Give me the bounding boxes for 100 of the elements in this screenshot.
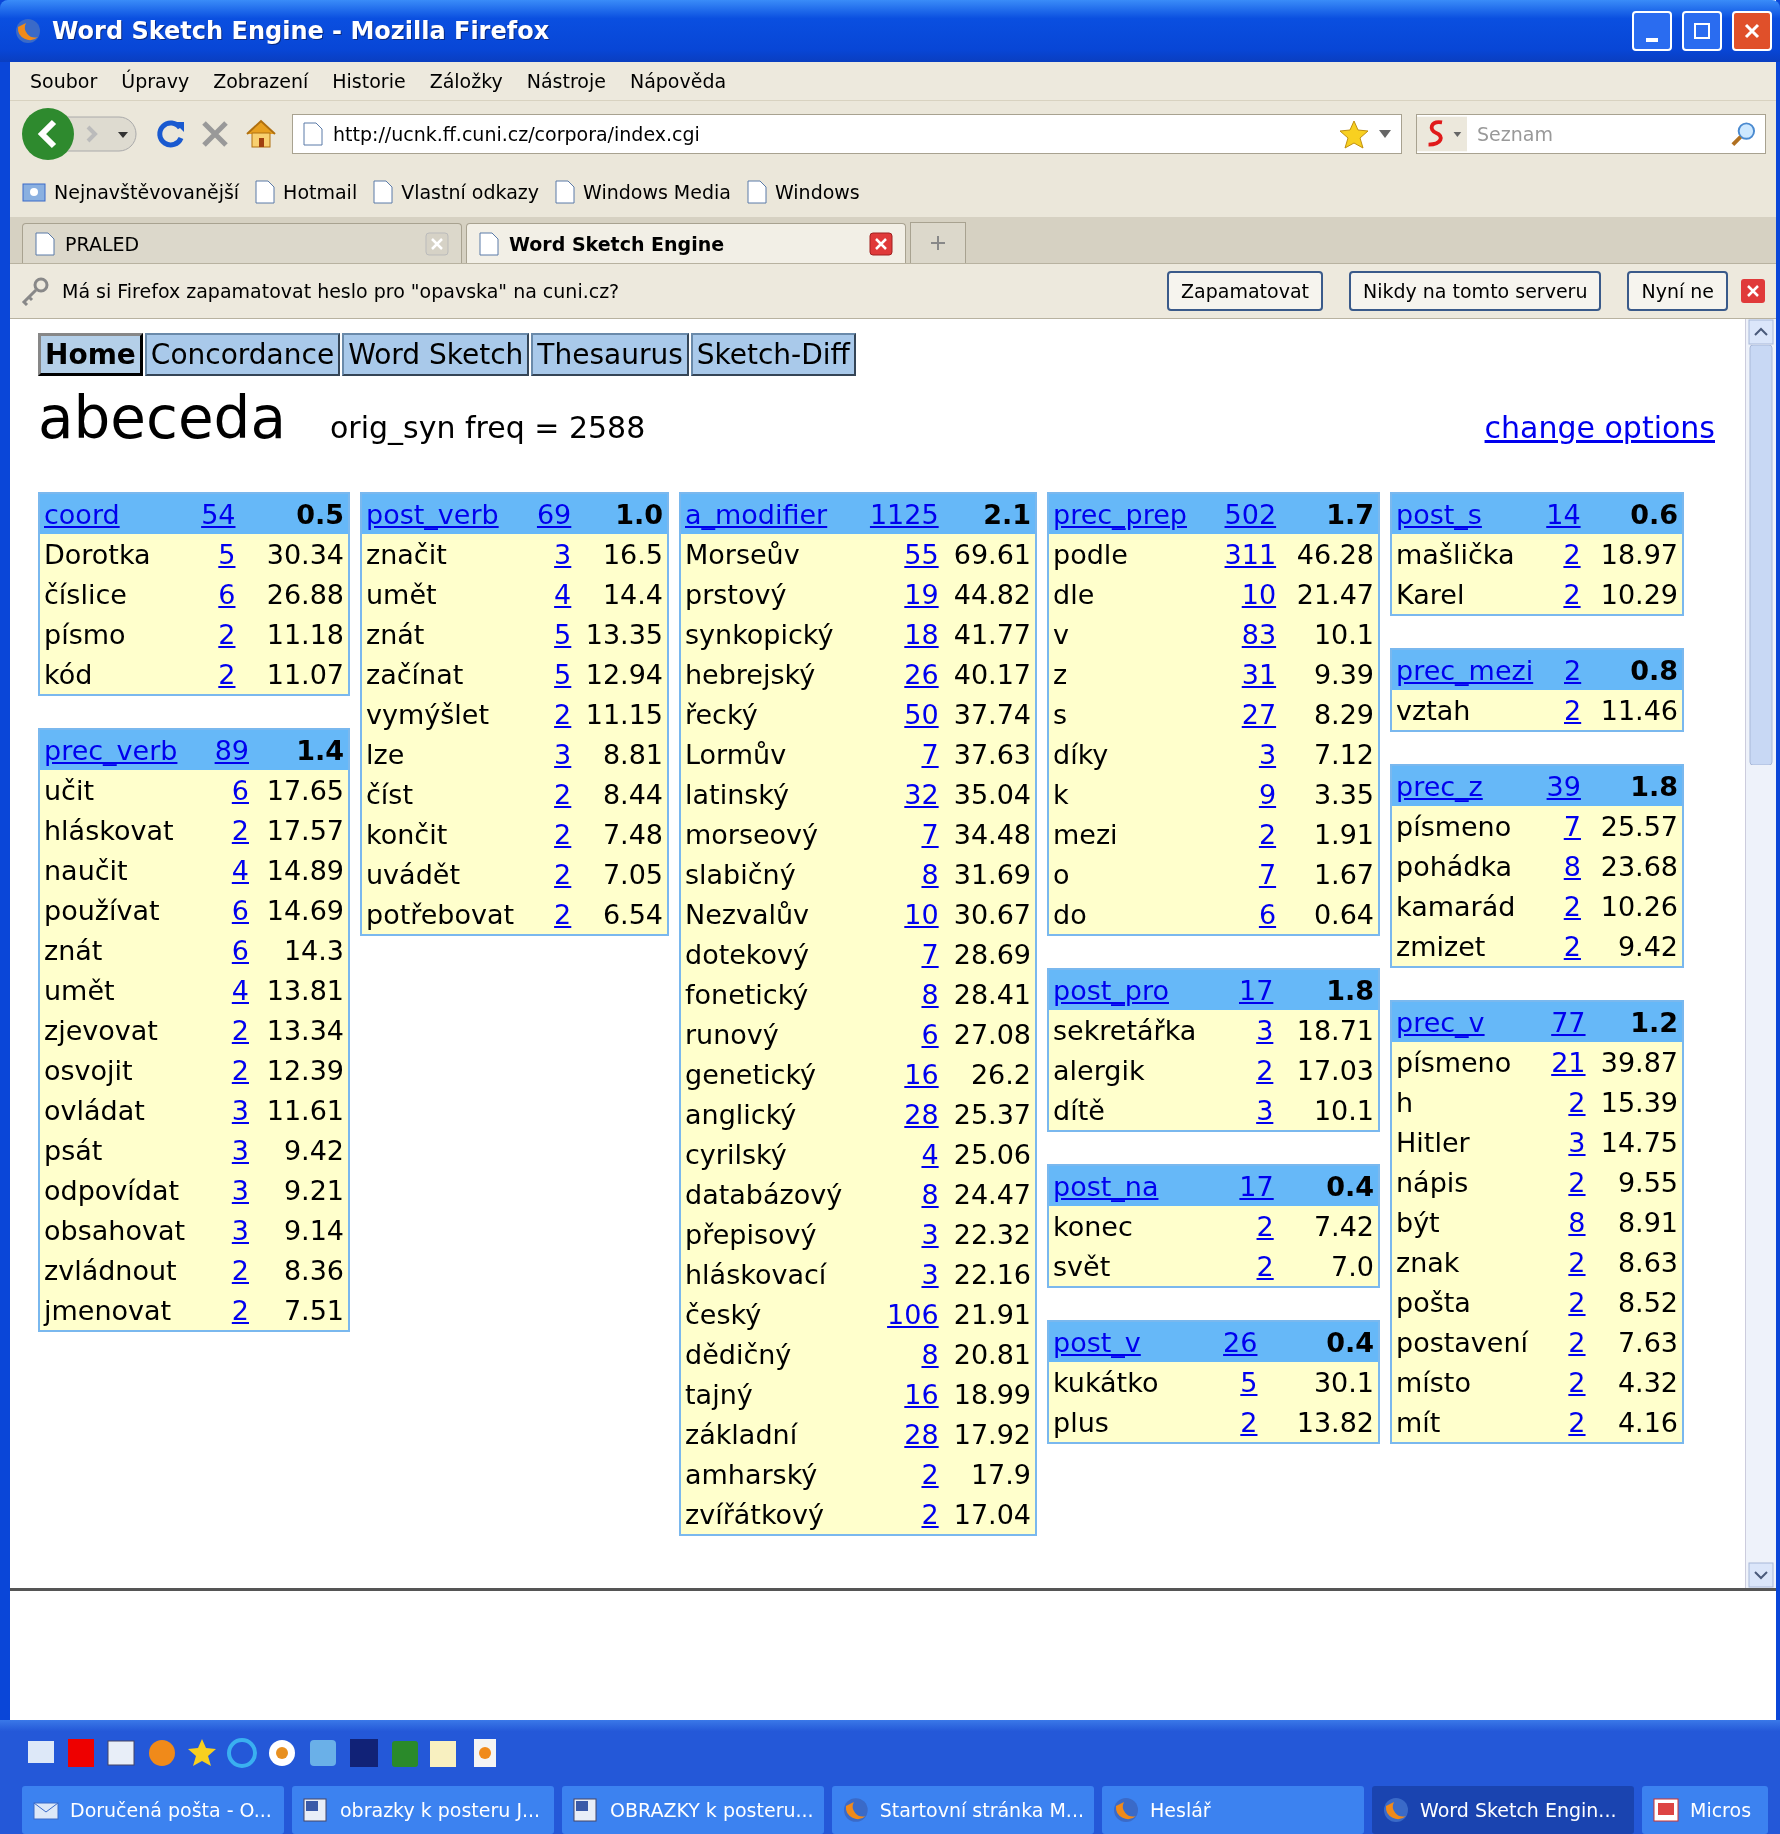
count-link[interactable]: 26 bbox=[904, 658, 939, 690]
count-link[interactable]: 5 bbox=[554, 658, 572, 690]
count-link[interactable]: 19 bbox=[904, 578, 939, 610]
notification-button[interactable]: Nyní ne bbox=[1627, 271, 1728, 311]
count-link[interactable]: 16 bbox=[904, 1378, 939, 1410]
count-link[interactable]: 2 bbox=[1568, 1246, 1586, 1278]
count-link[interactable]: 18 bbox=[904, 618, 939, 650]
nav-tab[interactable]: Word Sketch bbox=[342, 333, 530, 376]
scroll-up-icon[interactable] bbox=[1748, 319, 1774, 345]
browser-tab[interactable]: Word Sketch Engine bbox=[466, 223, 906, 263]
count-link[interactable]: 4 bbox=[231, 974, 249, 1006]
nav-tab[interactable]: Home bbox=[38, 333, 143, 376]
count-link[interactable]: 6 bbox=[218, 578, 236, 610]
count-link[interactable]: 3 bbox=[1568, 1126, 1586, 1158]
change-options-link[interactable]: change options bbox=[1484, 410, 1715, 445]
count-link[interactable]: 2 bbox=[1563, 890, 1581, 922]
count-link[interactable]: 27 bbox=[1241, 698, 1277, 730]
maximize-button[interactable] bbox=[1682, 11, 1722, 51]
count-link[interactable]: 10 bbox=[1241, 578, 1277, 610]
count-link[interactable]: 8 bbox=[921, 858, 939, 890]
taskbar-button[interactable]: Startovní stránka M... bbox=[832, 1786, 1094, 1834]
taskbar-button[interactable]: Micros bbox=[1642, 1786, 1768, 1834]
count-link[interactable]: 3 bbox=[231, 1174, 249, 1206]
count-link[interactable]: 8 bbox=[1568, 1206, 1586, 1238]
count-link[interactable]: 9 bbox=[1258, 778, 1277, 810]
count-link[interactable]: 2 bbox=[1258, 818, 1277, 850]
count-link[interactable]: 2 bbox=[1564, 694, 1582, 726]
count-link[interactable]: 3 bbox=[231, 1134, 249, 1166]
count-link[interactable]: 2 bbox=[1256, 1250, 1274, 1282]
count-link[interactable]: 3 bbox=[921, 1218, 939, 1250]
close-icon[interactable] bbox=[869, 231, 893, 256]
count-link[interactable]: 50 bbox=[904, 698, 939, 730]
count-link[interactable]: 2 bbox=[1568, 1406, 1586, 1438]
menu-item[interactable]: Historie bbox=[320, 70, 418, 92]
count-link[interactable]: 2 bbox=[231, 1254, 249, 1286]
count-link[interactable]: 7 bbox=[921, 938, 939, 970]
count-link[interactable]: 2 bbox=[1563, 538, 1581, 570]
stop-icon[interactable] bbox=[200, 119, 230, 149]
notification-button[interactable]: Zapamatovat bbox=[1167, 271, 1323, 311]
count-link[interactable]: 6 bbox=[231, 934, 249, 966]
home-icon[interactable] bbox=[244, 118, 278, 150]
count-link[interactable]: 2 bbox=[1568, 1166, 1586, 1198]
count-link[interactable]: 8 bbox=[921, 1338, 939, 1370]
count-link[interactable]: 106 bbox=[887, 1298, 939, 1330]
search-engine-icon[interactable] bbox=[1417, 116, 1468, 152]
count-link[interactable]: 3 bbox=[1258, 738, 1277, 770]
count-link[interactable]: 2 bbox=[554, 898, 572, 930]
count-link[interactable]: 4 bbox=[231, 854, 249, 886]
bookmark[interactable]: Windows bbox=[746, 180, 860, 204]
count-link[interactable]: 32 bbox=[904, 778, 939, 810]
scroll-thumb[interactable] bbox=[1748, 345, 1774, 765]
count-link[interactable]: 28 bbox=[904, 1418, 939, 1450]
count-link[interactable]: 8 bbox=[1563, 850, 1581, 882]
count-link[interactable]: 2 bbox=[1568, 1086, 1586, 1118]
taskbar-button[interactable]: OBRAZKY k posteru... bbox=[562, 1786, 824, 1834]
reload-icon[interactable] bbox=[154, 118, 186, 150]
menu-item[interactable]: Záložky bbox=[417, 70, 515, 92]
bookmark[interactable]: Vlastní odkazy bbox=[373, 180, 539, 204]
dropdown-icon[interactable] bbox=[1379, 130, 1391, 138]
back-forward-icon[interactable] bbox=[20, 107, 140, 161]
count-link[interactable]: 2 bbox=[218, 658, 236, 690]
count-link[interactable]: 2 bbox=[1563, 930, 1581, 962]
nav-tab[interactable]: Concordance bbox=[144, 333, 341, 376]
count-link[interactable]: 8 bbox=[921, 978, 939, 1010]
count-link[interactable]: 2 bbox=[554, 778, 572, 810]
taskbar-button[interactable]: Word Sketch Engin... bbox=[1372, 1786, 1634, 1834]
count-link[interactable]: 21 bbox=[1551, 1046, 1586, 1078]
count-link[interactable]: 2 bbox=[554, 698, 572, 730]
count-link[interactable]: 83 bbox=[1241, 618, 1277, 650]
taskbar-button[interactable]: Heslář bbox=[1102, 1786, 1364, 1834]
count-link[interactable]: 55 bbox=[904, 538, 939, 570]
count-link[interactable]: 2 bbox=[231, 814, 249, 846]
notification-button[interactable]: Nikdy na tomto serveru bbox=[1349, 271, 1602, 311]
count-link[interactable]: 3 bbox=[1256, 1094, 1274, 1126]
count-link[interactable]: 16 bbox=[904, 1058, 939, 1090]
count-link[interactable]: 6 bbox=[1258, 898, 1277, 930]
menu-item[interactable]: Úpravy bbox=[109, 70, 202, 92]
browser-tab[interactable]: PRALED bbox=[22, 223, 462, 263]
count-link[interactable]: 28 bbox=[904, 1098, 939, 1130]
count-link[interactable]: 2 bbox=[231, 1294, 249, 1326]
bookmark[interactable]: Nejnavštěvovanější bbox=[22, 181, 240, 203]
count-link[interactable]: 2 bbox=[554, 818, 572, 850]
count-link[interactable]: 2 bbox=[231, 1054, 249, 1086]
count-link[interactable]: 7 bbox=[1563, 810, 1581, 842]
count-link[interactable]: 2 bbox=[1256, 1054, 1274, 1086]
count-link[interactable]: 3 bbox=[554, 538, 572, 570]
bookmark[interactable]: Hotmail bbox=[255, 180, 358, 204]
count-link[interactable]: 6 bbox=[921, 1018, 939, 1050]
count-link[interactable]: 3 bbox=[231, 1094, 249, 1126]
count-link[interactable]: 4 bbox=[554, 578, 572, 610]
scrollbar[interactable] bbox=[1745, 319, 1776, 1588]
count-link[interactable]: 2 bbox=[218, 618, 236, 650]
scroll-down-icon[interactable] bbox=[1748, 1562, 1774, 1588]
count-link[interactable]: 2 bbox=[1568, 1286, 1586, 1318]
menu-item[interactable]: Soubor bbox=[18, 70, 110, 92]
count-link[interactable]: 3 bbox=[921, 1258, 939, 1290]
count-link[interactable]: 7 bbox=[921, 818, 939, 850]
count-link[interactable]: 2 bbox=[231, 1014, 249, 1046]
nav-tab[interactable]: Sketch-Diff bbox=[690, 333, 856, 376]
count-link[interactable]: 8 bbox=[921, 1178, 939, 1210]
